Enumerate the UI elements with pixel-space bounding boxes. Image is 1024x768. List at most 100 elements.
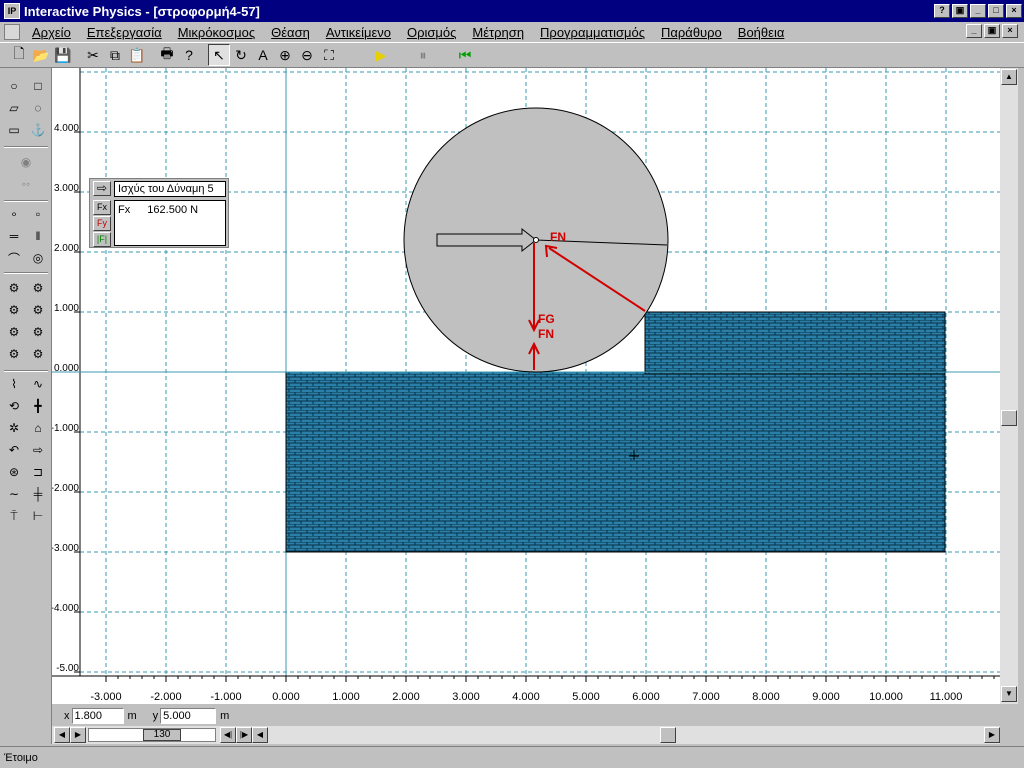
menu-edit[interactable]: Επεξεργασία (79, 25, 170, 40)
tape-next-frame-icon[interactable]: |▶ (236, 727, 252, 743)
save-icon[interactable]: 💾 (52, 44, 74, 66)
rope-joint-icon[interactable]: ⚙ (3, 344, 25, 364)
menu-script[interactable]: Προγραμματισμός (532, 25, 653, 40)
menu-window[interactable]: Παράθυρο (653, 25, 730, 40)
separator-tool-icon[interactable]: ╪ (27, 484, 49, 504)
rotational-spring-icon[interactable]: ⟲ (3, 396, 25, 416)
pointer-tool-icon[interactable]: ↖ (208, 44, 230, 66)
square-tool-icon[interactable]: ▭ (3, 120, 25, 140)
new-file-icon[interactable]: 🗋 (8, 44, 30, 66)
vertical-slot-icon[interactable]: ‖ (27, 226, 49, 246)
circle-tool-icon[interactable]: ○ (3, 76, 25, 96)
rectangle-tool-icon[interactable]: □ (27, 76, 49, 96)
doc-close-button[interactable]: × (1002, 24, 1018, 38)
tape-back-icon[interactable]: ◀ (54, 727, 70, 743)
rotational-damper-icon[interactable]: ╋ (27, 396, 49, 416)
help-window-button[interactable]: ? (934, 4, 950, 18)
damper-tool-icon[interactable]: ∿ (27, 374, 49, 394)
meter-fx-button[interactable]: Fx (93, 200, 111, 215)
tape-prev-frame-icon[interactable]: ◀| (220, 727, 236, 743)
scroll-up-icon[interactable]: ▲ (1001, 69, 1017, 85)
rope-tool-icon[interactable]: ∼ (3, 484, 25, 504)
world-canvas[interactable]: -3.000 -2.000 -1.000 0.000 1.000 2.000 3.000 4.… (52, 68, 1000, 704)
point-tool-icon[interactable]: ∘ (3, 204, 25, 224)
open-folder-icon[interactable]: 📂 (30, 44, 52, 66)
restore-window-button[interactable]: ▣ (952, 4, 968, 18)
gear-icon[interactable]: ✲ (3, 418, 25, 438)
spring-joint-icon[interactable]: ⚙ (3, 322, 25, 342)
world-drawing[interactable]: -3.000 -2.000 -1.000 0.000 1.000 2.000 3.000 4.… (52, 68, 1000, 704)
rod-tool-icon[interactable]: ⍑ (3, 506, 25, 526)
text-tool-icon[interactable]: A (252, 44, 274, 66)
anchor-tool-icon[interactable]: ⚓ (27, 120, 49, 140)
help-icon[interactable]: ? (178, 44, 200, 66)
copy-icon[interactable]: ⧉ (104, 44, 126, 66)
motor-joint-icon[interactable]: ⚙ (3, 300, 25, 320)
damper-joint-icon[interactable]: ⚙ (27, 322, 49, 342)
menu-define[interactable]: Ορισμός (399, 25, 464, 40)
meter-magnitude-button[interactable]: |F| (93, 232, 111, 247)
scroll-left-icon[interactable]: ◀ (252, 727, 268, 743)
menu-world[interactable]: Μικρόκοσμος (170, 25, 263, 40)
scroll-right-icon[interactable]: ▶ (984, 727, 1000, 743)
actuator-joint-icon[interactable]: ⚙ (27, 300, 49, 320)
rigid-joint-icon[interactable]: ⚙ (27, 278, 49, 298)
curved-body-tool-icon[interactable]: ◌ (27, 98, 49, 118)
slot-joint-icon[interactable]: ⊢ (27, 506, 49, 526)
motor-tool-icon[interactable]: ⊛ (3, 462, 25, 482)
x-tick-label: 5.000 (572, 691, 600, 703)
split-tool-icon[interactable]: ◦◦ (15, 174, 37, 194)
zoom-out-icon[interactable]: ⊖ (296, 44, 318, 66)
zoom-in-icon[interactable]: ⊕ (274, 44, 296, 66)
force-meter[interactable]: ⇨ Ισχύς του Δύναμη 5 Fx Fy |F| Fx 162.50… (89, 178, 229, 248)
x-coord-field[interactable]: 1.800 (71, 708, 124, 724)
reset-icon[interactable]: ⏮ (454, 44, 476, 66)
pin-joint-icon[interactable]: ⚙ (3, 278, 25, 298)
pulley-joint-icon[interactable]: ⚙ (27, 344, 49, 364)
doc-restore-button[interactable]: ▣ (984, 24, 1000, 38)
minimize-window-button[interactable]: _ (970, 4, 986, 18)
curved-slot-icon[interactable]: ⌒ (3, 248, 25, 268)
actuator-tool-icon[interactable]: ⊐ (27, 462, 49, 482)
x-tick-label: 10.000 (869, 691, 903, 703)
meter-arrow-icon[interactable]: ⇨ (93, 181, 111, 196)
document-icon[interactable] (4, 24, 20, 40)
y-coord-field[interactable]: 5.000 (160, 708, 217, 724)
app-icon[interactable]: IP (4, 3, 20, 19)
tape-player-track[interactable]: 130 (88, 728, 216, 742)
torque-tool-icon[interactable]: ↶ (3, 440, 25, 460)
cut-icon[interactable]: ✂ (82, 44, 104, 66)
doc-minimize-button[interactable]: _ (966, 24, 982, 38)
scroll-down-icon[interactable]: ▼ (1001, 686, 1017, 702)
vertical-scrollbar[interactable]: ▲ ▼ (1000, 68, 1018, 704)
pause-icon[interactable]: ⏸ (412, 44, 434, 66)
run-icon[interactable]: ▶ (370, 44, 392, 66)
rotate-tool-icon[interactable]: ↻ (230, 44, 252, 66)
step-block[interactable] (644, 311, 946, 375)
menu-object[interactable]: Αντικείμενο (318, 25, 399, 40)
ground-block[interactable] (285, 371, 946, 553)
spring-tool-icon[interactable]: ⌇ (3, 374, 25, 394)
force-tool-icon[interactable]: ⇨ (27, 440, 49, 460)
disk-center-point[interactable] (533, 237, 539, 243)
menu-measure[interactable]: Μέτρηση (464, 25, 532, 40)
print-icon[interactable]: 🖶 (156, 44, 178, 66)
closed-slot-icon[interactable]: ◎ (27, 248, 49, 268)
menu-view[interactable]: Θέαση (263, 25, 318, 40)
square-point-tool-icon[interactable]: ▫ (27, 204, 49, 224)
menu-file[interactable]: Αρχείο (24, 25, 79, 40)
meter-fy-button[interactable]: Fy (93, 216, 111, 231)
tape-forward-icon[interactable]: ▶ (70, 727, 86, 743)
point-element-icon[interactable]: ◉ (15, 152, 37, 172)
tape-frame-counter[interactable]: 130 (143, 729, 181, 741)
horizontal-scroll-thumb[interactable] (660, 727, 676, 743)
menu-help[interactable]: Βοήθεια (730, 25, 793, 40)
vertical-scroll-thumb[interactable] (1001, 410, 1017, 426)
paste-icon[interactable]: 📋 (126, 44, 148, 66)
horizontal-slot-icon[interactable]: ═ (3, 226, 25, 246)
zoom-fit-icon[interactable]: ⛶ (318, 44, 340, 66)
pulley-icon[interactable]: ⌂ (27, 418, 49, 438)
close-window-button[interactable]: × (1006, 4, 1022, 18)
maximize-window-button[interactable]: □ (988, 4, 1004, 18)
polygon-tool-icon[interactable]: ▱ (3, 98, 25, 118)
